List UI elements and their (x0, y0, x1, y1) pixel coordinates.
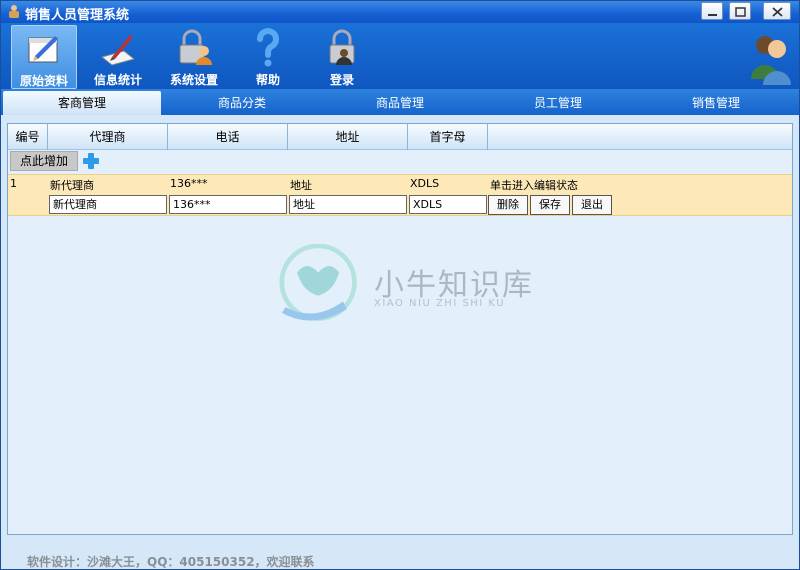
toolbar-label: 原始资料 (19, 74, 68, 88)
user-group-icon[interactable] (747, 29, 795, 85)
watermark: 小牛知识库 XIAO NIU ZHI SHI KU (278, 244, 538, 334)
toolbar-item-raw-data[interactable]: 原始资料 (11, 25, 77, 89)
toolbar-item-help[interactable]: 帮助 (235, 25, 301, 89)
tab-sales-management[interactable]: 销售管理 (637, 91, 795, 115)
column-header-address[interactable]: 地址 (288, 124, 408, 150)
bull-logo-icon (279, 244, 357, 321)
toolbar-label: 系统设置 (169, 73, 218, 87)
title-bar[interactable]: 销售人员管理系统 (1, 1, 799, 23)
minimize-icon (708, 14, 717, 16)
toolbar-item-statistics[interactable]: 信息统计 (85, 25, 151, 89)
tab-customer-management[interactable]: 客商管理 (3, 91, 161, 115)
toolbar-label: 帮助 (255, 73, 280, 87)
minimize-button[interactable] (701, 2, 723, 20)
cell-id: 1 (10, 177, 17, 190)
table-row[interactable]: 1 新代理商 136*** 地址 XDLS 单击进入编辑状态 新代理商 136*… (8, 174, 792, 216)
close-icon (772, 7, 783, 17)
agent-edit-field[interactable]: 新代理商 (49, 195, 167, 214)
phone-edit-field[interactable]: 136*** (169, 195, 287, 214)
footer-credits: 软件设计：沙滩大王，QQ：405150352，欢迎联系 (27, 555, 315, 569)
notebook-pen-icon (28, 36, 58, 63)
column-header-initials[interactable]: 首字母 (408, 124, 488, 150)
watermark-subtitle: XIAO NIU ZHI SHI KU (374, 298, 506, 309)
maximize-icon (735, 7, 746, 17)
main-toolbar: 原始资料 信息统计 系统设置 帮助 登录 (1, 23, 799, 89)
app-icon (9, 5, 19, 18)
address-edit-field[interactable]: 地址 (289, 195, 407, 214)
column-header-phone[interactable]: 电话 (168, 124, 288, 150)
add-record-button[interactable]: 点此增加 (10, 151, 78, 171)
cell-address: 地址 (290, 179, 312, 192)
initials-edit-field[interactable]: XDLS (409, 195, 487, 214)
module-tabs: 客商管理 商品分类 商品管理 员工管理 销售管理 (1, 89, 799, 115)
grid-header: 编号 代理商 电话 地址 首字母 (8, 124, 792, 150)
toolbar-item-login[interactable]: 登录 (309, 25, 375, 89)
column-header-agent[interactable]: 代理商 (48, 124, 168, 150)
cell-initials: XDLS (410, 177, 440, 190)
tab-employee-management[interactable]: 员工管理 (479, 91, 637, 115)
add-row: 点此增加 (8, 151, 792, 173)
toolbar-item-settings[interactable]: 系统设置 (161, 25, 227, 89)
delete-button[interactable]: 删除 (488, 195, 528, 215)
status-footer: 软件设计：沙滩大王，QQ：405150352，欢迎联系 (1, 541, 799, 569)
lock-login-icon (329, 29, 355, 65)
grid-panel: 编号 代理商 电话 地址 首字母 点此增加 1 新代理商 136*** 地址 X… (7, 123, 793, 535)
cell-edit-hint: 单击进入编辑状态 (490, 179, 578, 192)
window-title: 销售人员管理系统 (25, 8, 130, 23)
maximize-button[interactable] (729, 2, 751, 20)
toolbar-label: 信息统计 (93, 73, 142, 87)
app-window: 销售人员管理系统 原始资料 信息统计 系统设置 帮助 登录 客商管理 商品分类 … (0, 0, 800, 570)
plus-icon[interactable] (82, 152, 100, 170)
save-button[interactable]: 保存 (530, 195, 570, 215)
toolbar-label: 登录 (329, 73, 354, 87)
tab-product-management[interactable]: 商品管理 (321, 91, 479, 115)
exit-button[interactable]: 退出 (572, 195, 612, 215)
column-header-id[interactable]: 编号 (8, 124, 48, 150)
writing-pen-icon (100, 35, 136, 66)
lock-user-icon (179, 29, 212, 65)
close-button[interactable] (763, 2, 791, 20)
cell-phone: 136*** (170, 177, 208, 190)
question-mark-icon (257, 28, 279, 67)
tab-product-category[interactable]: 商品分类 (163, 91, 321, 115)
cell-agent: 新代理商 (50, 179, 94, 192)
